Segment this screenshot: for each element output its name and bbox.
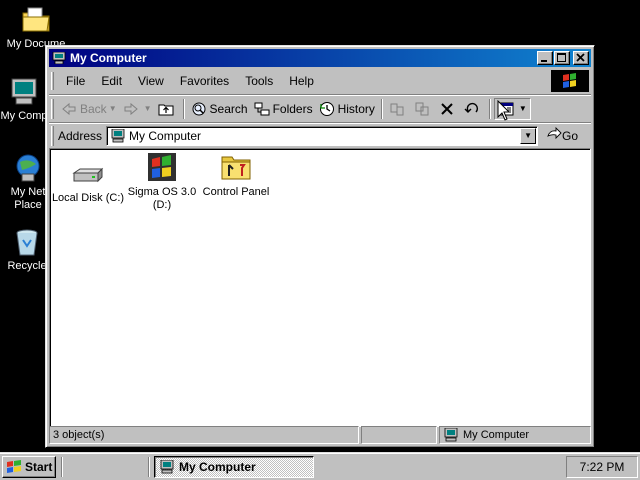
search-label: Search <box>209 101 248 116</box>
toolbar-separator <box>380 98 383 119</box>
start-button[interactable]: Start <box>2 456 56 478</box>
network-icon <box>12 152 44 184</box>
history-label: History <box>337 101 375 116</box>
maximize-button[interactable] <box>554 51 570 65</box>
control-panel-folder-icon <box>220 151 252 183</box>
move-to-icon <box>389 101 405 117</box>
undo-icon <box>464 101 480 117</box>
item-label-line2: (D:) <box>152 199 172 211</box>
taskbar-button-label: My Computer <box>179 460 256 474</box>
windows-logo-icon <box>6 460 22 474</box>
status-location: My Computer <box>439 426 591 444</box>
start-label: Start <box>25 460 53 474</box>
history-icon <box>319 101 335 117</box>
toolbar-grip[interactable] <box>51 72 54 90</box>
taskbar: Start My Computer 7:22 PM <box>0 452 640 480</box>
computer-icon <box>443 428 459 442</box>
go-button[interactable]: Go <box>546 126 579 144</box>
copy-to-icon <box>414 101 430 117</box>
history-button[interactable]: History <box>316 98 378 120</box>
menu-favorites[interactable]: Favorites <box>172 72 237 90</box>
explorer-window: My Computer File Edit View Favorites Too… <box>45 45 595 448</box>
delete-icon <box>439 101 455 117</box>
menu-bar: File Edit View Favorites Tools Help <box>49 70 591 92</box>
search-button[interactable]: Search <box>188 98 251 120</box>
item-label: Control Panel <box>202 186 270 198</box>
taskbar-button-my-computer[interactable]: My Computer <box>154 456 314 478</box>
address-label: Address <box>58 128 103 143</box>
desktop-icon-my-documents[interactable]: My Docume <box>0 4 78 51</box>
forward-arrow-icon <box>123 101 139 117</box>
copy-to-button[interactable] <box>411 98 436 120</box>
cdrom-windows-icon <box>146 151 178 183</box>
back-label: Back <box>80 101 107 116</box>
search-icon <box>191 101 207 117</box>
item-cdrom-drive[interactable]: Sigma OS 3.0 (D:) <box>124 151 200 212</box>
back-button[interactable]: Back ▼ <box>58 98 120 120</box>
taskbar-separator <box>61 457 63 477</box>
computer-icon <box>110 128 126 143</box>
windows-logo-icon <box>551 70 589 92</box>
item-label: Sigma OS 3.0 <box>127 186 197 198</box>
delete-button[interactable] <box>436 98 461 120</box>
item-label: Local Disk (C:) <box>51 192 125 204</box>
taskbar-separator <box>148 457 150 477</box>
mouse-cursor-icon <box>497 99 511 122</box>
folders-button[interactable]: Folders <box>251 98 316 120</box>
system-tray-clock[interactable]: 7:22 PM <box>566 456 638 478</box>
toolbar-grip[interactable] <box>51 125 54 146</box>
go-label: Go <box>562 128 579 143</box>
forward-button[interactable]: ▼ <box>120 98 155 120</box>
undo-button[interactable] <box>461 98 486 120</box>
computer-icon <box>52 51 66 65</box>
address-input[interactable]: My Computer ▼ <box>106 125 539 146</box>
item-control-panel[interactable]: Control Panel <box>198 151 274 199</box>
hard-disk-icon <box>72 157 104 189</box>
chevron-down-icon[interactable]: ▼ <box>144 104 152 113</box>
menu-view[interactable]: View <box>130 72 172 90</box>
status-object-count: 3 object(s) <box>49 426 359 444</box>
chevron-down-icon[interactable]: ▼ <box>519 104 527 113</box>
move-to-button[interactable] <box>386 98 411 120</box>
menu-tools[interactable]: Tools <box>237 72 281 90</box>
up-folder-button[interactable] <box>155 98 180 120</box>
folders-icon <box>254 101 270 117</box>
title-bar[interactable]: My Computer <box>49 49 591 67</box>
toolbar-grip[interactable] <box>51 98 54 119</box>
address-dropdown-button[interactable]: ▼ <box>520 127 537 144</box>
toolbar-separator <box>182 98 185 119</box>
minimize-button[interactable] <box>537 51 553 65</box>
window-title: My Computer <box>70 51 147 65</box>
status-empty-pane <box>361 426 437 444</box>
close-button[interactable] <box>573 51 589 65</box>
menu-help[interactable]: Help <box>281 72 322 90</box>
computer-icon <box>8 76 40 108</box>
chevron-down-icon[interactable]: ▼ <box>109 104 117 113</box>
file-view[interactable]: Local Disk (C:) Sigma OS 3.0 (D:) Contro… <box>49 148 591 427</box>
up-folder-icon <box>158 101 174 117</box>
computer-icon <box>159 459 175 474</box>
item-local-disk[interactable]: Local Disk (C:) <box>50 157 126 205</box>
folders-label: Folders <box>272 101 313 116</box>
back-arrow-icon <box>61 101 77 117</box>
address-bar: Address My Computer ▼ Go <box>49 122 591 146</box>
go-arrow-icon <box>546 126 562 144</box>
menu-file[interactable]: File <box>58 72 93 90</box>
folder-documents-icon <box>20 4 52 36</box>
status-bar: 3 object(s) My Computer <box>49 426 591 444</box>
address-value: My Computer <box>129 128 202 143</box>
status-location-label: My Computer <box>463 429 530 441</box>
menu-edit[interactable]: Edit <box>93 72 130 90</box>
toolbar-separator <box>488 98 491 119</box>
recycle-bin-icon <box>11 226 43 258</box>
